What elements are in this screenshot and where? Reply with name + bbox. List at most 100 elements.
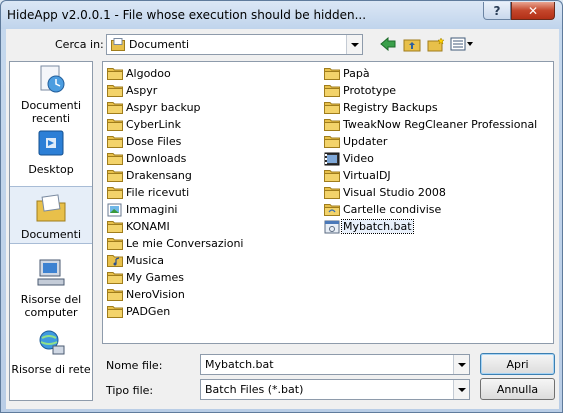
- file-name: Musica: [126, 254, 165, 267]
- view-menu-icon[interactable]: [449, 35, 475, 53]
- folder-icon: [324, 101, 340, 115]
- file-list[interactable]: Algodoo Aspyr Aspyr backup CyberLink Dose Fi…: [102, 61, 554, 344]
- file-name: Mybatch.bat: [341, 219, 414, 234]
- file-name: TweakNow RegCleaner Professional: [343, 118, 538, 131]
- file-name: PADGen: [126, 305, 171, 318]
- list-item[interactable]: Aspyr backup: [107, 99, 244, 116]
- cancel-button[interactable]: Annulla: [480, 378, 555, 400]
- help-button[interactable]: ?: [483, 2, 511, 20]
- open-file-dialog: HideApp v2.0.0.1 - File whose execution …: [0, 0, 563, 413]
- file-name: Downloads: [126, 152, 187, 165]
- list-item[interactable]: File ricevuti: [107, 184, 244, 201]
- look-in-value: Documenti: [129, 38, 190, 51]
- filename-value: Mybatch.bat: [205, 358, 274, 371]
- file-name: Updater: [343, 135, 388, 148]
- back-arrow-icon[interactable]: [379, 35, 397, 53]
- list-item[interactable]: CyberLink: [107, 116, 244, 133]
- file-name: Cartelle condivise: [343, 203, 442, 216]
- up-folder-icon[interactable]: [402, 35, 422, 53]
- open-button[interactable]: Apri: [480, 353, 555, 375]
- place-recent-documents[interactable]: Documenti recenti: [10, 64, 92, 126]
- list-item[interactable]: Mybatch.bat: [324, 218, 538, 235]
- list-item[interactable]: PADGen: [107, 303, 244, 320]
- filetype-combo[interactable]: Batch Files (*.bat): [200, 379, 470, 400]
- filetype-label: Tipo file:: [106, 384, 154, 397]
- close-button[interactable]: ✕: [511, 2, 555, 20]
- filename-label: Nome file:: [106, 359, 163, 372]
- list-item[interactable]: Registry Backups: [324, 99, 538, 116]
- list-item[interactable]: My Games: [107, 269, 244, 286]
- look-in-combo[interactable]: Documenti: [106, 34, 363, 55]
- folder-icon: [107, 169, 123, 183]
- file-name: CyberLink: [126, 118, 181, 131]
- list-item[interactable]: Drakensang: [107, 167, 244, 184]
- list-item[interactable]: Papà: [324, 65, 538, 82]
- chevron-down-icon[interactable]: [346, 35, 362, 54]
- close-icon: ✕: [527, 3, 539, 18]
- folder-icon: [107, 271, 123, 285]
- shared-folder-icon: [324, 203, 340, 217]
- file-name: Immagini: [126, 203, 178, 216]
- place-desktop[interactable]: Desktop: [10, 128, 92, 178]
- music-folder-icon: [107, 254, 123, 268]
- list-item[interactable]: Cartelle condivise: [324, 201, 538, 218]
- file-name: My Games: [126, 271, 184, 284]
- filename-combo[interactable]: Mybatch.bat: [200, 354, 470, 375]
- list-item[interactable]: NeroVision: [107, 286, 244, 303]
- look-in-label: Cerca in:: [55, 38, 104, 51]
- help-icon: ?: [493, 3, 501, 18]
- new-folder-icon[interactable]: [426, 35, 446, 53]
- file-name: Papà: [343, 67, 370, 80]
- folder-icon: [107, 101, 123, 115]
- list-item[interactable]: Aspyr: [107, 82, 244, 99]
- dialog-body: Cerca in: Documenti Documenti recenti De…: [6, 29, 559, 409]
- place-computer[interactable]: Risorse del computer: [10, 258, 92, 324]
- list-item[interactable]: KONAMI: [107, 218, 244, 235]
- folder-icon: [324, 67, 340, 81]
- file-name: Algodoo: [126, 67, 171, 80]
- folder-icon: [107, 84, 123, 98]
- place-documents[interactable]: Documenti: [10, 186, 92, 244]
- file-name: Dose Files: [126, 135, 182, 148]
- list-item[interactable]: Video: [324, 150, 538, 167]
- list-item[interactable]: Immagini: [107, 201, 244, 218]
- file-name: KONAMI: [126, 220, 170, 233]
- file-list-column-1: Algodoo Aspyr Aspyr backup CyberLink Dose Fi…: [107, 65, 244, 320]
- place-network[interactable]: Risorse di rete: [10, 328, 92, 380]
- list-item[interactable]: Algodoo: [107, 65, 244, 82]
- folder-icon: [324, 118, 340, 132]
- recent-documents-icon: [36, 64, 66, 97]
- list-item[interactable]: Downloads: [107, 150, 244, 167]
- place-label: Risorse di rete: [11, 363, 91, 376]
- folder-icon: [107, 67, 123, 81]
- place-label: Documenti recenti: [20, 99, 82, 125]
- list-item[interactable]: Musica: [107, 252, 244, 269]
- list-item[interactable]: VirtualDJ: [324, 167, 538, 184]
- documents-icon: [35, 193, 67, 226]
- file-name: Le mie Conversazioni: [126, 237, 244, 250]
- folder-icon: [107, 152, 123, 166]
- list-item[interactable]: Updater: [324, 133, 538, 150]
- list-item[interactable]: Visual Studio 2008: [324, 184, 538, 201]
- places-bar: Documenti recenti Desktop Documenti Riso…: [9, 61, 93, 401]
- list-item[interactable]: Le mie Conversazioni: [107, 235, 244, 252]
- filetype-value: Batch Files (*.bat): [205, 383, 304, 396]
- file-name: Video: [343, 152, 374, 165]
- chevron-down-icon[interactable]: [453, 380, 469, 399]
- folder-icon: [324, 84, 340, 98]
- folder-icon: [107, 186, 123, 200]
- chevron-down-icon[interactable]: [453, 355, 469, 374]
- folder-icon: [107, 305, 123, 319]
- folder-icon: [107, 288, 123, 302]
- file-name: File ricevuti: [126, 186, 190, 199]
- folder-icon: [324, 135, 340, 149]
- file-name: Registry Backups: [343, 101, 438, 114]
- file-name: NeroVision: [126, 288, 185, 301]
- list-item[interactable]: TweakNow RegCleaner Professional: [324, 116, 538, 133]
- computer-icon: [36, 258, 66, 291]
- list-item[interactable]: Dose Files: [107, 133, 244, 150]
- cancel-button-label: Annulla: [496, 382, 539, 396]
- list-item[interactable]: Prototype: [324, 82, 538, 99]
- place-label: Documenti: [20, 228, 82, 241]
- window-title: HideApp v2.0.0.1 - File whose execution …: [7, 8, 367, 22]
